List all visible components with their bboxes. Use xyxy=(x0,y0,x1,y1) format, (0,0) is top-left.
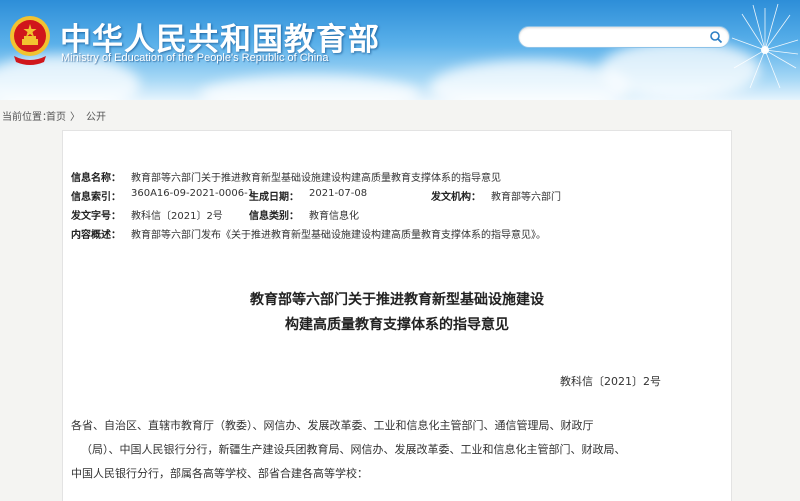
recipients-line2: （局）、中国人民银行分行，新疆生产建设兵团教育局、网信办、发展改革委、工业和信息… xyxy=(81,443,626,456)
meta-name-label: 信息名称： xyxy=(71,173,121,184)
recipients-line1: 各省、自治区、直辖市教育厅（教委）、网信办、发展改革委、工业和信息化主管部门、通… xyxy=(71,419,594,432)
breadcrumb: 当前位置： 首页 〉 公开 xyxy=(0,100,800,128)
national-emblem-icon[interactable] xyxy=(8,12,52,68)
document-number: 教科信〔2021〕2号 xyxy=(560,375,661,388)
document-title-line1: 教育部等六部门关于推进教育新型基础设施建设 xyxy=(250,292,544,308)
site-subtitle: Ministry of Education of the People's Re… xyxy=(61,52,329,64)
breadcrumb-prefix: 当前位置： xyxy=(2,112,52,123)
document-title: 教育部等六部门关于推进教育新型基础设施建设 构建高质量教育支撑体系的指导意见 xyxy=(63,288,731,338)
meta-docno-value: 教科信〔2021〕2号 xyxy=(131,211,223,222)
meta-org-value: 教育部等六部门 xyxy=(491,192,561,203)
meta-date-value: 2021-07-08 xyxy=(309,188,368,199)
meta-name-value: 教育部等六部门关于推进教育新型基础设施建设构建高质量教育支撑体系的指导意见 xyxy=(131,173,501,184)
meta-org-label: 发文机构： xyxy=(431,192,481,203)
breadcrumb-home-link[interactable]: 首页 xyxy=(46,108,66,123)
meta-docno-label: 发文字号： xyxy=(71,211,121,222)
dandelion-icon xyxy=(731,3,799,89)
meta-summary-value: 教育部等六部门发布《关于推进教育新型基础设施建设构建高质量教育支撑体系的指导意见… xyxy=(131,230,546,241)
meta-category-label: 信息类别： xyxy=(249,211,299,222)
meta-date-label: 生成日期： xyxy=(249,192,299,203)
meta-index-value: 360A16-09-2021-0006-1 xyxy=(131,188,255,199)
content-panel: 信息名称： 教育部等六部门关于推进教育新型基础设施建设构建高质量教育支撑体系的指… xyxy=(62,130,732,501)
search-input[interactable] xyxy=(527,29,706,46)
cloud-decoration xyxy=(200,75,420,100)
recipients-line3: 中国人民银行分行，部属各高等学校、部省合建各高等学校： xyxy=(71,467,368,480)
breadcrumb-separator: 〉 xyxy=(70,112,80,123)
meta-category-value: 教育信息化 xyxy=(309,211,359,222)
breadcrumb-current-link[interactable]: 公开 xyxy=(86,108,106,123)
search-box[interactable] xyxy=(518,26,730,48)
site-header: 中华人民共和国教育部 Ministry of Education of the … xyxy=(0,0,800,100)
document-body: 各省、自治区、直辖市教育厅（教委）、网信办、发展改革委、工业和信息化主管部门、通… xyxy=(71,414,661,486)
document-title-line2: 构建高质量教育支撑体系的指导意见 xyxy=(285,317,509,333)
meta-summary-label: 内容概述： xyxy=(71,230,121,241)
meta-index-label: 信息索引： xyxy=(71,192,121,203)
